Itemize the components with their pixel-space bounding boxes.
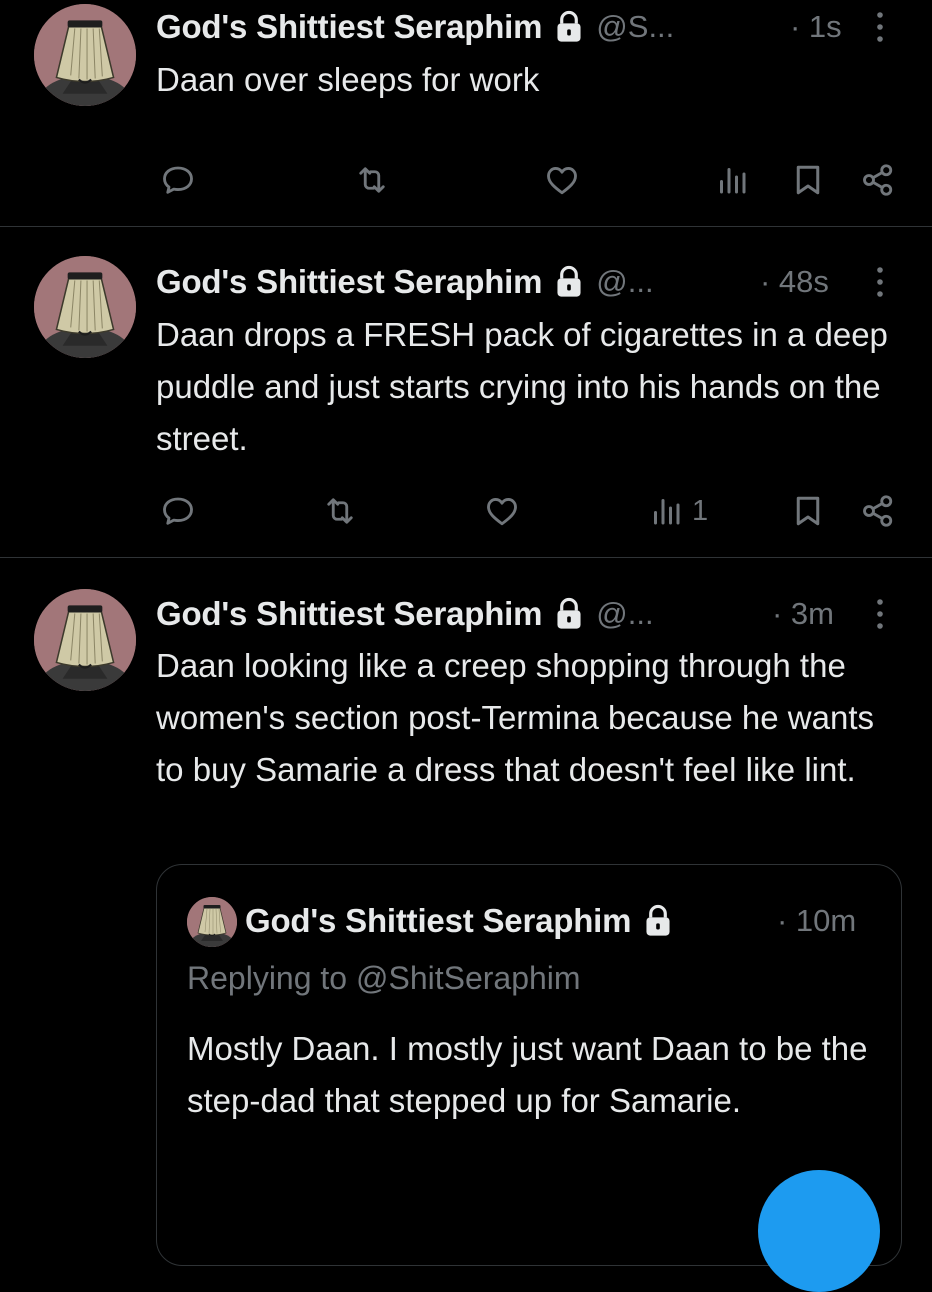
replying-to: Replying to @ShitSeraphim <box>187 960 581 996</box>
bookmark-button[interactable] <box>790 160 830 200</box>
avatar-image <box>34 256 136 358</box>
bookmark-icon <box>790 162 826 198</box>
lock-icon <box>554 265 584 299</box>
lock-icon <box>554 10 584 44</box>
retweet-button[interactable] <box>354 160 394 200</box>
avatar[interactable] <box>34 589 136 691</box>
like-button[interactable] <box>484 491 524 531</box>
bookmark-icon <box>790 493 826 529</box>
avatar[interactable] <box>34 256 136 358</box>
tweet-1[interactable]: God's Shittiest Seraphim @S... · 1s Daan… <box>0 0 932 226</box>
quoted-timestamp: · 10m <box>777 903 857 938</box>
author-name[interactable]: God's Shittiest Seraphim <box>156 263 542 301</box>
tweet-timestamp[interactable]: · 1s <box>790 9 842 45</box>
reply-button[interactable] <box>160 160 200 200</box>
tweet-timestamp[interactable]: · 48s <box>760 264 829 300</box>
share-icon <box>860 493 896 529</box>
retweet-icon <box>322 493 358 529</box>
heart-icon <box>544 162 580 198</box>
avatar-image <box>187 897 237 947</box>
views-button[interactable] <box>714 160 758 200</box>
more-vertical-icon[interactable] <box>870 262 890 302</box>
author-name[interactable]: God's Shittiest Seraphim <box>156 595 542 633</box>
share-icon <box>860 162 896 198</box>
quoted-header: God's Shittiest Seraphim <box>245 901 673 941</box>
views-count: 1 <box>692 494 709 527</box>
bookmark-button[interactable] <box>790 491 830 531</box>
tweet-2[interactable]: God's Shittiest Seraphim @... · 48s Daan… <box>0 227 932 557</box>
compose-fab[interactable] <box>758 1170 880 1292</box>
avatar-image <box>34 589 136 691</box>
author-name[interactable]: God's Shittiest Seraphim <box>156 8 542 46</box>
like-button[interactable] <box>544 160 584 200</box>
quoted-author-name: God's Shittiest Seraphim <box>245 902 632 939</box>
views-icon <box>648 493 684 529</box>
views-button[interactable]: 1 <box>648 491 708 531</box>
retweet-button[interactable] <box>322 491 362 531</box>
author-handle[interactable]: @... <box>596 596 653 632</box>
more-vertical-icon[interactable] <box>870 7 890 47</box>
author-handle[interactable]: @S... <box>596 9 674 45</box>
retweet-icon <box>354 162 390 198</box>
tweet-timestamp[interactable]: · 3m <box>772 596 834 632</box>
reply-icon <box>160 493 196 529</box>
lock-icon <box>643 904 673 938</box>
avatar[interactable] <box>34 4 136 106</box>
avatar-image <box>34 4 136 106</box>
tweet-text: Daan drops a FRESH pack of cigarettes in… <box>156 316 888 457</box>
more-vertical-icon[interactable] <box>870 594 890 634</box>
heart-icon <box>484 493 520 529</box>
reply-icon <box>160 162 196 198</box>
lock-icon <box>554 597 584 631</box>
tweet-header: God's Shittiest Seraphim @... <box>156 262 654 302</box>
tweet-header: God's Shittiest Seraphim @S... <box>156 7 674 47</box>
tweet-text: Daan looking like a creep shopping throu… <box>156 647 874 788</box>
reply-button[interactable] <box>160 491 200 531</box>
author-handle[interactable]: @... <box>596 264 653 300</box>
tweet-text: Daan over sleeps for work <box>156 61 540 98</box>
share-button[interactable] <box>860 491 900 531</box>
share-button[interactable] <box>860 160 900 200</box>
quoted-avatar <box>187 897 237 947</box>
quoted-text: Mostly Daan. I mostly just want Daan to … <box>187 1030 868 1119</box>
tweet-header: God's Shittiest Seraphim @... <box>156 594 654 634</box>
views-icon <box>714 162 750 198</box>
